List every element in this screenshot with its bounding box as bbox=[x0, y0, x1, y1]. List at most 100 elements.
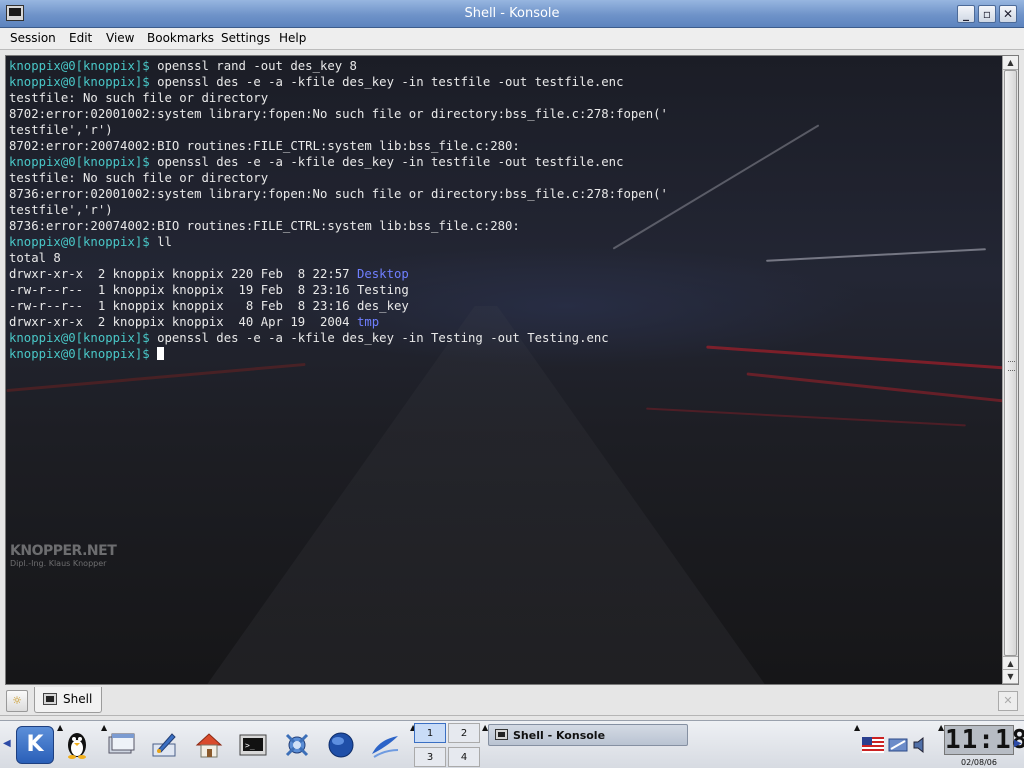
background-light-streak bbox=[6, 362, 306, 393]
home-icon[interactable] bbox=[194, 730, 224, 760]
knoppix-icon[interactable] bbox=[282, 730, 312, 760]
panel-hide-left-arrow[interactable]: ◀ bbox=[3, 738, 11, 749]
output-text: 8736:error:02001002:system library:fopen… bbox=[9, 187, 668, 201]
clock-time: 11:18 bbox=[944, 725, 1024, 755]
us-flag-icon[interactable] bbox=[862, 737, 884, 753]
terminal-line: knoppix@0[knoppix]$ openssl rand -out de… bbox=[9, 58, 999, 74]
browser-icon[interactable] bbox=[326, 730, 356, 760]
clock-date: 02/08/06 bbox=[961, 758, 997, 767]
session-tabbar: ☼ Shell ✕ bbox=[0, 686, 1024, 716]
terminal-line: 8736:error:20074002:BIO routines:FILE_CT… bbox=[9, 218, 999, 234]
network-icon[interactable] bbox=[888, 737, 908, 753]
new-session-button[interactable]: ☼ bbox=[6, 690, 28, 712]
terminal-output: knoppix@0[knoppix]$ openssl rand -out de… bbox=[9, 58, 999, 362]
terminal-line: testfile: No such file or directory bbox=[9, 90, 999, 106]
tab-shell[interactable]: Shell bbox=[34, 687, 102, 713]
menu-help[interactable]: Help bbox=[279, 31, 306, 45]
terminal-view[interactable]: KNOPPER.NET Dipl.-Ing. Klaus Knopper kno… bbox=[5, 55, 1019, 685]
scroll-up-arrow-bottom[interactable]: ▲ bbox=[1003, 656, 1018, 670]
menu-edit[interactable]: Edit bbox=[69, 31, 92, 45]
close-session-button[interactable]: ✕ bbox=[998, 691, 1018, 711]
pager-desktop-4[interactable]: 4 bbox=[448, 747, 480, 767]
ls-entry-details: -rw-r--r-- 1 knoppix knoppix 8 Feb 8 23:… bbox=[9, 299, 357, 313]
directory-name: tmp bbox=[356, 315, 380, 329]
terminal-line: knoppix@0[knoppix]$ ll bbox=[9, 234, 999, 250]
shell-prompt: knoppix@0[knoppix]$ bbox=[9, 59, 150, 73]
output-text: testfile','r') bbox=[9, 123, 113, 137]
ls-entry-details: drwxr-xr-x 2 knoppix knoppix 40 Apr 19 2… bbox=[9, 315, 357, 329]
terminal-line: 8702:error:02001002:system library:fopen… bbox=[9, 106, 999, 122]
background-light-streak bbox=[746, 372, 1006, 403]
terminal-line: knoppix@0[knoppix]$ bbox=[9, 346, 999, 362]
kde-panel: ◀ K ▲ ▲ >_ ▲ bbox=[0, 720, 1024, 768]
background-light-streak bbox=[646, 407, 966, 427]
kcontrol-icon[interactable] bbox=[150, 730, 180, 760]
pager-desktop-3[interactable]: 3 bbox=[414, 747, 446, 767]
panel-clock[interactable]: 11:18 02/08/06 bbox=[944, 725, 1024, 767]
terminal-line: knoppix@0[knoppix]$ openssl des -e -a -k… bbox=[9, 74, 999, 90]
taskbar-button-konsole[interactable]: Shell - Konsole bbox=[488, 724, 688, 746]
command-text: ll bbox=[149, 235, 172, 249]
kde-menu-icon[interactable]: K bbox=[16, 726, 54, 764]
shell-prompt: knoppix@0[knoppix]$ bbox=[9, 347, 150, 361]
output-text: testfile: No such file or directory bbox=[9, 171, 269, 185]
close-button[interactable]: ✕ bbox=[999, 5, 1017, 23]
file-name: Testing bbox=[356, 283, 409, 297]
window-titlebar[interactable]: Shell - Konsole _ ▫ ✕ bbox=[0, 0, 1024, 28]
command-text bbox=[150, 347, 157, 361]
output-text: testfile','r') bbox=[9, 203, 113, 217]
tux-icon[interactable] bbox=[62, 730, 92, 760]
minimize-button[interactable]: _ bbox=[957, 5, 975, 23]
terminal-icon bbox=[495, 729, 508, 740]
terminal-icon[interactable]: >_ bbox=[238, 730, 268, 760]
terminal-line: knoppix@0[knoppix]$ openssl des -e -a -k… bbox=[9, 330, 999, 346]
shell-prompt: knoppix@0[knoppix]$ bbox=[9, 235, 150, 249]
window-list-icon[interactable] bbox=[106, 730, 136, 760]
pager-desktop-2[interactable]: 2 bbox=[448, 723, 480, 743]
ls-entry-details: -rw-r--r-- 1 knoppix knoppix 19 Feb 8 23… bbox=[9, 283, 357, 297]
terminal-line: drwxr-xr-x 2 knoppix knoppix 40 Apr 19 2… bbox=[9, 314, 999, 330]
shell-prompt: knoppix@0[knoppix]$ bbox=[9, 331, 150, 345]
terminal-line: testfile: No such file or directory bbox=[9, 170, 999, 186]
terminal-line: -rw-r--r-- 1 knoppix knoppix 19 Feb 8 23… bbox=[9, 282, 999, 298]
terminal-line: knoppix@0[knoppix]$ openssl des -e -a -k… bbox=[9, 154, 999, 170]
knopper-watermark: KNOPPER.NET Dipl.-Ing. Klaus Knopper bbox=[10, 543, 117, 568]
speaker-icon[interactable] bbox=[912, 736, 928, 754]
scroll-up-arrow[interactable]: ▲ bbox=[1003, 56, 1018, 70]
command-text: openssl des -e -a -kfile des_key -in Tes… bbox=[149, 331, 609, 345]
terminal-icon bbox=[43, 693, 57, 705]
pager-desktop-1[interactable]: 1 bbox=[414, 723, 446, 743]
scroll-down-arrow[interactable]: ▼ bbox=[1003, 670, 1018, 684]
desktop-pager: 1 2 3 4 bbox=[414, 723, 482, 767]
terminal-line: 8702:error:20074002:BIO routines:FILE_CT… bbox=[9, 138, 999, 154]
tab-label: Shell bbox=[63, 692, 93, 706]
ls-entry-details: drwxr-xr-x 2 knoppix knoppix 220 Feb 8 2… bbox=[9, 267, 357, 281]
output-text: 8702:error:02001002:system library:fopen… bbox=[9, 107, 668, 121]
openoffice-icon[interactable] bbox=[370, 730, 400, 760]
panel-hide-right-arrow[interactable]: ▶ bbox=[1014, 738, 1022, 749]
taskbar-button-label: Shell - Konsole bbox=[513, 729, 606, 742]
shell-prompt: knoppix@0[knoppix]$ bbox=[9, 75, 150, 89]
file-name: des_key bbox=[356, 299, 409, 313]
scroll-thumb[interactable] bbox=[1004, 70, 1017, 656]
background-road bbox=[206, 306, 766, 684]
menu-bookmarks[interactable]: Bookmarks bbox=[147, 31, 214, 45]
output-text: 8702:error:20074002:BIO routines:FILE_CT… bbox=[9, 139, 520, 153]
output-text: 8736:error:20074002:BIO routines:FILE_CT… bbox=[9, 219, 520, 233]
terminal-line: 8736:error:02001002:system library:fopen… bbox=[9, 186, 999, 202]
command-text: openssl rand -out des_key 8 bbox=[149, 59, 357, 73]
command-text: openssl des -e -a -kfile des_key -in tes… bbox=[149, 155, 624, 169]
menu-session[interactable]: Session bbox=[10, 31, 56, 45]
terminal-line: -rw-r--r-- 1 knoppix knoppix 8 Feb 8 23:… bbox=[9, 298, 999, 314]
terminal-line: total 8 bbox=[9, 250, 999, 266]
menubar: Session Edit View Bookmarks Settings Hel… bbox=[0, 28, 1024, 50]
terminal-line: testfile','r') bbox=[9, 202, 999, 218]
terminal-scrollbar[interactable]: ▲ ▲ ▼ bbox=[1002, 56, 1018, 684]
text-cursor bbox=[157, 347, 165, 360]
menu-view[interactable]: View bbox=[106, 31, 134, 45]
output-text: testfile: No such file or directory bbox=[9, 91, 269, 105]
maximize-button[interactable]: ▫ bbox=[978, 5, 996, 23]
svg-text:>_: >_ bbox=[245, 741, 255, 750]
directory-name: Desktop bbox=[356, 267, 409, 281]
menu-settings[interactable]: Settings bbox=[221, 31, 270, 45]
